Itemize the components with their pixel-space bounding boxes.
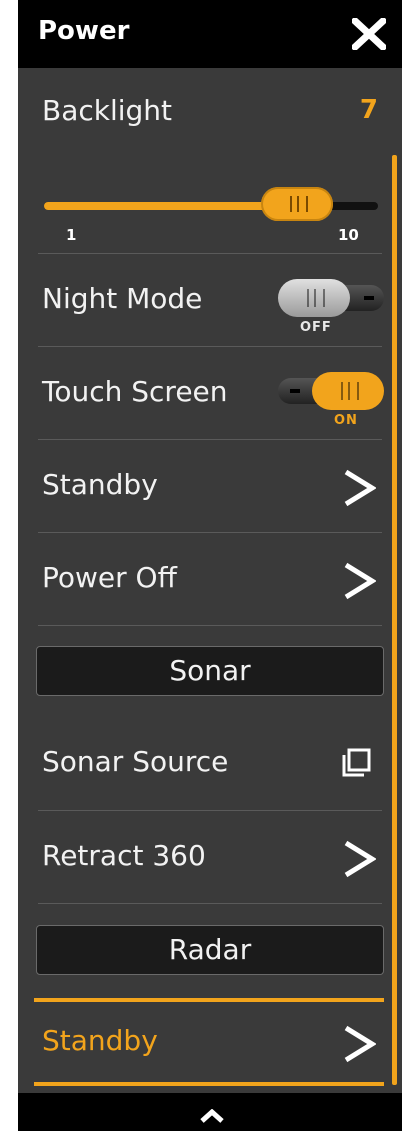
divider <box>38 625 382 626</box>
chevron-right-icon <box>344 469 376 507</box>
panel-title: Power <box>38 16 130 46</box>
radar-standby-label: Standby <box>42 1024 158 1057</box>
backlight-slider-fill <box>44 202 271 210</box>
backlight-value: 7 <box>359 95 378 125</box>
sonar-source-label: Sonar Source <box>42 745 229 778</box>
standby-label: Standby <box>42 468 158 501</box>
power-panel: Power Backlight 7 1 10 Night Mode OFF To… <box>18 0 402 1131</box>
power-off-label: Power Off <box>42 561 177 594</box>
chevron-right-icon <box>344 1025 376 1063</box>
grip-icon <box>307 289 325 307</box>
scrollbar[interactable] <box>392 155 397 1085</box>
backlight-slider-thumb[interactable] <box>260 187 333 221</box>
grip-icon <box>289 196 308 212</box>
touch-screen-state: ON <box>334 413 358 428</box>
section-header-radar: Radar <box>36 925 384 975</box>
title-bar: Power <box>18 0 402 68</box>
touch-screen-label: Touch Screen <box>42 375 228 408</box>
chevron-right-icon <box>344 562 376 600</box>
source-windows-icon <box>342 748 371 777</box>
standby-row[interactable]: Standby <box>18 440 384 532</box>
night-mode-state: OFF <box>300 320 332 335</box>
retract-360-label: Retract 360 <box>42 839 206 872</box>
touch-screen-row[interactable]: Touch Screen ON <box>18 347 384 439</box>
night-mode-row[interactable]: Night Mode OFF <box>18 254 384 346</box>
slider-min-label: 1 <box>66 226 77 244</box>
touch-screen-toggle[interactable] <box>278 372 384 410</box>
night-mode-toggle[interactable] <box>278 279 384 317</box>
toggle-knob <box>312 372 384 410</box>
night-mode-label: Night Mode <box>42 282 203 315</box>
retract-360-row[interactable]: Retract 360 <box>18 811 384 903</box>
toggle-dash <box>364 296 374 300</box>
sonar-source-row[interactable]: Sonar Source <box>18 717 384 809</box>
chevron-right-icon <box>344 840 376 878</box>
close-icon[interactable] <box>352 18 386 50</box>
backlight-label: Backlight <box>42 94 173 127</box>
section-header-sonar: Sonar <box>36 646 384 696</box>
toggle-dash <box>290 389 300 393</box>
power-off-row[interactable]: Power Off <box>18 533 384 625</box>
radar-standby-row[interactable]: Standby <box>18 996 384 1088</box>
selection-highlight-bottom <box>34 1082 384 1086</box>
divider <box>38 903 382 904</box>
toggle-knob <box>278 279 350 317</box>
chevron-up-icon[interactable] <box>200 1109 224 1123</box>
slider-max-label: 10 <box>338 226 359 244</box>
grip-icon <box>341 382 359 400</box>
